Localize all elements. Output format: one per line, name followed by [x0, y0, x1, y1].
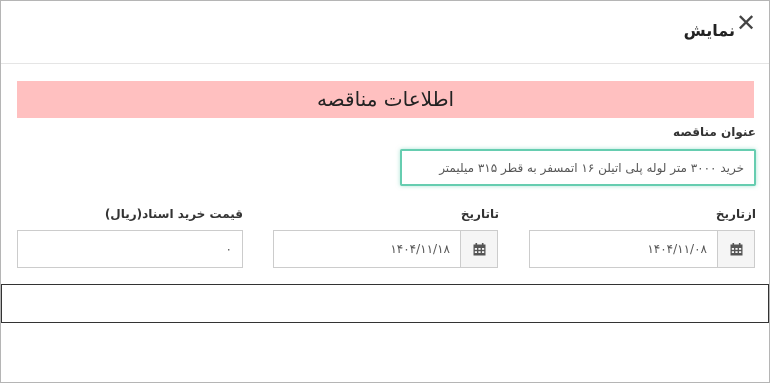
- tender-view-modal: ✕ نمایش اطلاعات مناقصه عنوان مناقصه ازتا…: [0, 0, 770, 383]
- document-price-field[interactable]: [17, 230, 243, 268]
- modal-header: ✕ نمایش: [1, 1, 769, 64]
- tender-title-field[interactable]: [400, 149, 756, 186]
- calendar-icon: [730, 242, 742, 255]
- close-button[interactable]: ✕: [735, 11, 757, 35]
- to-date-label: تاتاریخ: [460, 207, 499, 221]
- section-banner: اطلاعات مناقصه: [17, 81, 754, 118]
- from-date-label: ازتاریخ: [715, 207, 756, 221]
- document-price-label: قیمت خرید اسناد(ریال): [104, 207, 243, 221]
- to-date-calendar-button[interactable]: [460, 230, 498, 268]
- from-date-calendar-button[interactable]: [717, 230, 755, 268]
- from-date-field[interactable]: [529, 230, 718, 268]
- tender-title-label: عنوان مناقصه: [673, 125, 756, 139]
- modal-title: نمایش: [683, 21, 735, 40]
- to-date-field[interactable]: [273, 230, 461, 268]
- footer-bar: [1, 284, 769, 323]
- calendar-icon: [473, 242, 485, 255]
